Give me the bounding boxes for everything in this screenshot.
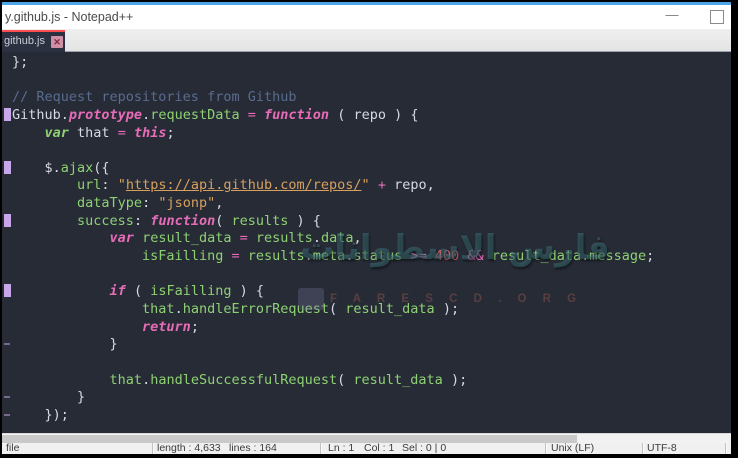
code-line: var that = this;	[2, 124, 731, 142]
code-editor[interactable]: }; // Request repositories from GithubGit…	[2, 52, 731, 433]
maximize-icon	[710, 10, 724, 24]
horizontal-scrollbar-thumb[interactable]	[2, 435, 577, 443]
change-marker-icon	[4, 108, 11, 121]
change-marker-icon	[4, 161, 11, 174]
code-line: isFailling = results.meta.status >= 400 …	[2, 247, 731, 265]
tab-label: github.js	[4, 35, 45, 47]
status-eol-format: Unix (LF)	[551, 443, 594, 454]
code-line: dataType: "jsonp",	[2, 194, 731, 212]
horizontal-scrollbar[interactable]	[2, 433, 731, 443]
code-line: return;	[2, 318, 731, 336]
fold-dash-icon	[4, 343, 10, 345]
code-line: that.handleSuccessfulRequest( result_dat…	[2, 371, 731, 389]
status-bar: file length : 4,633 lines : 164 Ln : 1 C…	[2, 443, 731, 454]
window-title: y.github.js - Notepad++	[5, 10, 133, 24]
status-lines: lines : 164	[229, 443, 277, 454]
tab-close-icon[interactable]: ✕	[51, 36, 63, 48]
code-line	[2, 71, 731, 89]
code-line: };	[2, 53, 731, 71]
fold-dash-icon	[4, 414, 10, 416]
status-column-number: Col : 1	[364, 443, 394, 454]
code-line: $.ajax({	[2, 159, 731, 177]
code-line	[2, 353, 731, 371]
tab-bar: github.js ✕	[2, 29, 731, 52]
status-selection: Sel : 0 | 0	[402, 443, 446, 454]
code-line: // Request repositories from Github	[2, 88, 731, 106]
code-line: }	[2, 335, 731, 353]
maximize-button[interactable]	[702, 5, 732, 29]
tab-github-js[interactable]: github.js ✕	[2, 30, 65, 52]
watermark-latin-text: F A R E S C D . O R G	[330, 293, 583, 305]
code-line: });	[2, 406, 731, 424]
code-line: }	[2, 388, 731, 406]
notepadpp-window: y.github.js - Notepad++ — github.js ✕ };…	[2, 2, 731, 454]
status-line-number: Ln : 1	[328, 443, 354, 454]
screenshot-frame: y.github.js - Notepad++ — github.js ✕ };…	[0, 0, 738, 458]
code-lines: }; // Request repositories from GithubGit…	[2, 53, 731, 423]
status-separator	[642, 443, 644, 454]
status-encoding: UTF-8	[647, 443, 677, 454]
titlebar[interactable]: y.github.js - Notepad++ —	[2, 5, 731, 29]
fold-dash-icon	[4, 396, 10, 398]
code-line: success: function( results ) {	[2, 212, 731, 230]
status-separator	[545, 443, 547, 454]
code-line: Github.prototype.requestData = function …	[2, 106, 731, 124]
change-marker-icon	[4, 284, 11, 297]
code-line	[2, 141, 731, 159]
status-separator	[152, 443, 154, 454]
minimize-button[interactable]: —	[657, 5, 687, 29]
status-separator	[320, 443, 322, 454]
watermark-logo	[298, 288, 324, 310]
code-line	[2, 265, 731, 283]
status-separator	[725, 443, 727, 454]
status-length: length : 4,633	[157, 443, 221, 454]
code-line: var result_data = results.data,	[2, 229, 731, 247]
change-marker-icon	[4, 214, 11, 227]
status-doc-type: file	[6, 443, 19, 454]
code-line: url: "https://api.github.com/repos/" + r…	[2, 176, 731, 194]
